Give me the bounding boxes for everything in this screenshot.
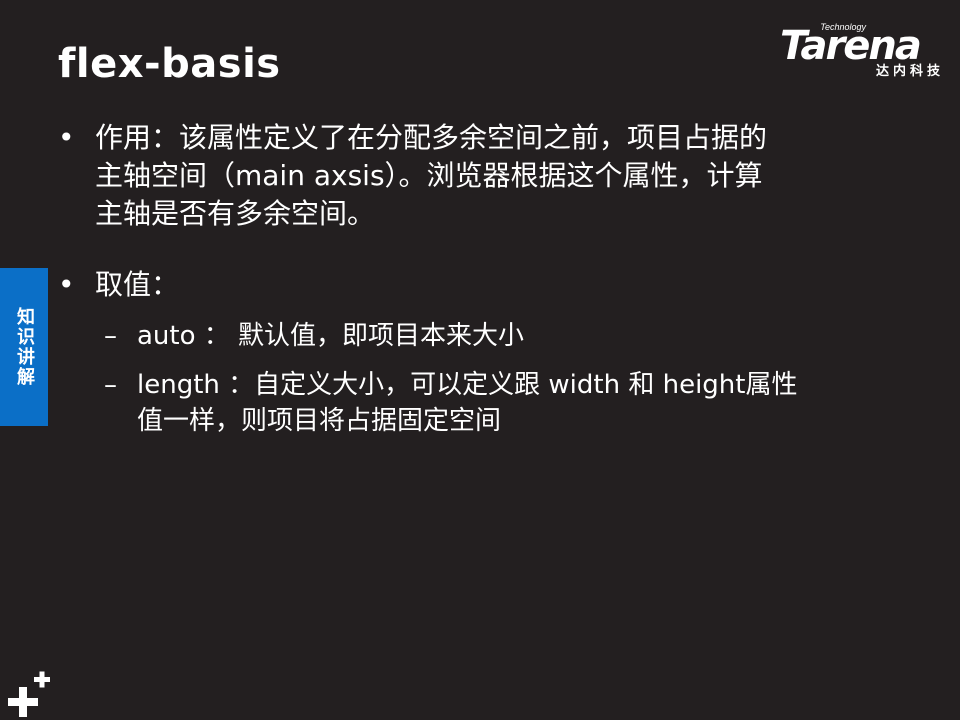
subbullet-line: length ：自定义大小，可以定义跟 width 和 height属性 (137, 370, 798, 400)
bullet-line: 主轴是否有多余空间。 (95, 197, 376, 230)
bullet-purpose-text: 作用：该属性定义了在分配多余空间之前，项目占据的 主轴空间（main axsis… (95, 119, 878, 233)
plus-decoration-icon (8, 671, 50, 717)
subbullet-line: auto ： 默认值，即项目本来大小 (137, 321, 525, 351)
bullet-line: 作用：该属性定义了在分配多余空间之前，项目占据的 (95, 121, 768, 154)
subbullet-auto-text: auto ： 默认值，即项目本来大小 (137, 318, 884, 354)
slide-content: • 作用：该属性定义了在分配多余空间之前，项目占据的 主轴空间（main axs… (0, 0, 960, 720)
bullet-line: 主轴空间（main axsis）。浏览器根据这个属性，计算 (95, 159, 763, 192)
bullet-marker: • (58, 121, 75, 154)
subbullet-line: 值一样，则项目将占据固定空间 (137, 406, 502, 436)
bullet-line: 取值： (95, 268, 180, 301)
bullet-values-text: 取值： (95, 266, 878, 304)
subbullet-marker: – (104, 370, 117, 400)
subbullet-length-text: length ：自定义大小，可以定义跟 width 和 height属性 值一样… (137, 367, 884, 439)
bullet-marker: • (58, 268, 75, 301)
subbullet-marker: – (104, 321, 117, 351)
